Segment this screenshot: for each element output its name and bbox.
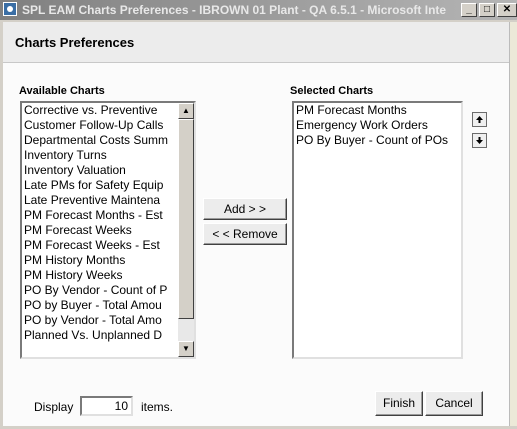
list-item[interactable]: PM History Months [22,253,178,268]
list-item[interactable]: Customer Follow-Up Calls [22,118,178,133]
list-item[interactable]: PO By Vendor - Count of P [22,283,178,298]
page-title: Charts Preferences [15,35,135,50]
list-item[interactable]: PO by Buyer - Total Amou [22,298,178,313]
available-list-scrollbar[interactable]: ▲ ▼ [178,103,194,357]
available-charts-label: Available Charts [19,85,105,97]
window-title: SPL EAM Charts Preferences - IBROWN 01 P… [22,3,447,17]
list-item[interactable]: PM Forecast Months - Est [22,208,178,223]
list-item[interactable]: Departmental Costs Summ [22,133,178,148]
arrow-up-icon [476,116,483,123]
selected-charts-label: Selected Charts [290,85,374,97]
window-title-bar: SPL EAM Charts Preferences - IBROWN 01 P… [0,0,517,20]
finish-button[interactable]: Finish [375,391,423,416]
maximize-button[interactable]: □ [479,3,495,17]
dialog-body: Available Charts Selected Charts Correct… [3,63,509,426]
scroll-thumb[interactable] [178,119,194,319]
list-item[interactable]: Inventory Turns [22,148,178,163]
list-item[interactable]: Late PMs for Safety Equip [22,178,178,193]
selected-charts-list[interactable]: PM Forecast Months Emergency Work Orders P… [292,101,463,359]
list-item[interactable]: PM History Weeks [22,268,178,283]
display-count-input[interactable]: 10 [80,396,133,416]
display-label: Display [34,400,74,414]
list-item[interactable]: Emergency Work Orders [294,118,461,133]
move-up-button[interactable] [472,112,487,127]
list-item[interactable]: Corrective vs. Preventive [22,103,178,118]
minimize-button[interactable]: _ [461,3,477,17]
dialog-header: Charts Preferences [3,22,509,63]
arrow-down-icon [476,137,483,144]
list-item[interactable]: Planned Vs. Unplanned D [22,328,178,343]
remove-button[interactable]: < < Remove [203,223,287,245]
list-item[interactable]: PM Forecast Months [294,103,461,118]
list-item[interactable]: Late Preventive Maintena [22,193,178,208]
add-button[interactable]: Add > > [203,198,287,220]
available-charts-items: Corrective vs. Preventive Customer Follow… [22,103,178,357]
dialog-page: Charts Preferences Available Charts Sele… [3,22,509,426]
selected-charts-items: PM Forecast Months Emergency Work Orders P… [294,103,461,357]
scroll-down-arrow-icon[interactable]: ▼ [178,341,194,357]
browser-app-icon [3,2,17,16]
list-item[interactable]: PO By Buyer - Count of POs [294,133,461,148]
move-down-button[interactable] [472,133,487,148]
list-item[interactable]: PM Forecast Weeks - Est [22,238,178,253]
display-suffix: items. [141,400,174,414]
available-charts-list[interactable]: Corrective vs. Preventive Customer Follow… [20,101,196,359]
scroll-up-arrow-icon[interactable]: ▲ [178,103,194,119]
list-item[interactable]: Inventory Valuation [22,163,178,178]
list-item[interactable]: PO by Vendor - Total Amo [22,313,178,328]
cancel-button[interactable]: Cancel [425,391,483,416]
close-button[interactable]: ✕ [497,3,517,17]
list-item[interactable]: PM Forecast Weeks [22,223,178,238]
window-scrollbar[interactable] [509,22,517,426]
